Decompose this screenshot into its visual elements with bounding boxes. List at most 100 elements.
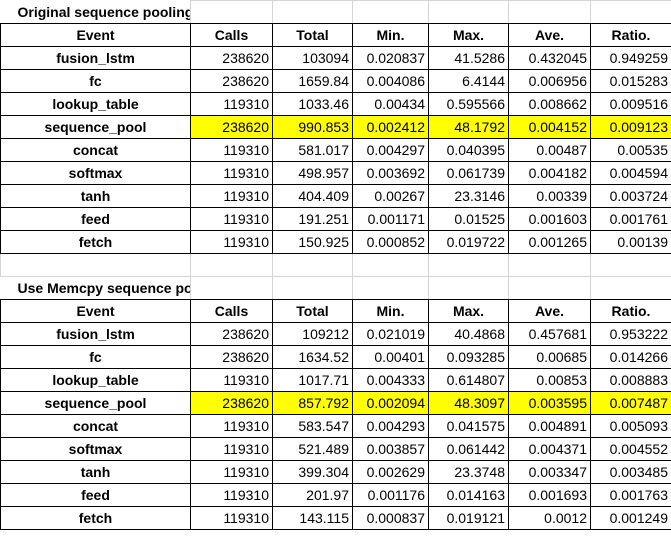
table-title[interactable]: Use Memcpy sequence pooling <box>0 276 191 300</box>
empty-cell[interactable] <box>272 253 353 277</box>
empty-cell[interactable] <box>508 0 591 24</box>
cell-event[interactable]: fetch <box>0 230 191 254</box>
cell-calls[interactable]: 119310 <box>190 460 273 484</box>
cell-event[interactable]: tanh <box>0 184 191 208</box>
cell-ave[interactable]: 0.003595 <box>508 391 591 415</box>
cell-ratio[interactable]: 0.014266 <box>590 345 671 369</box>
cell-min[interactable]: 0.004293 <box>352 414 429 438</box>
cell-min[interactable]: 0.004086 <box>352 69 429 93</box>
cell-max[interactable]: 40.4868 <box>428 322 509 346</box>
cell-calls[interactable]: 238620 <box>190 322 273 346</box>
cell-max[interactable]: 0.614807 <box>428 368 509 392</box>
cell-ratio[interactable]: 0.007487 <box>590 391 671 415</box>
empty-cell[interactable] <box>428 276 509 300</box>
cell-total[interactable]: 399.304 <box>272 460 353 484</box>
cell-max[interactable]: 48.3097 <box>428 391 509 415</box>
cell-min[interactable]: 0.00434 <box>352 92 429 116</box>
cell-ave[interactable]: 0.00487 <box>508 138 591 162</box>
empty-cell[interactable] <box>590 253 671 277</box>
cell-min[interactable]: 0.000837 <box>352 506 429 530</box>
cell-event[interactable]: fetch <box>0 506 191 530</box>
column-header-calls[interactable]: Calls <box>190 23 273 47</box>
column-header-ave[interactable]: Ave. <box>508 23 591 47</box>
cell-event[interactable]: concat <box>0 414 191 438</box>
empty-cell[interactable] <box>190 276 273 300</box>
cell-calls[interactable]: 119310 <box>190 483 273 507</box>
cell-ratio[interactable]: 0.003724 <box>590 184 671 208</box>
empty-cell[interactable] <box>190 0 273 24</box>
cell-max[interactable]: 48.1792 <box>428 115 509 139</box>
column-header-max[interactable]: Max. <box>428 23 509 47</box>
cell-event[interactable]: lookup_table <box>0 368 191 392</box>
column-header-min[interactable]: Min. <box>352 23 429 47</box>
cell-total[interactable]: 857.792 <box>272 391 353 415</box>
cell-max[interactable]: 0.093285 <box>428 345 509 369</box>
cell-min[interactable]: 0.00267 <box>352 184 429 208</box>
cell-ratio[interactable]: 0.009516 <box>590 92 671 116</box>
empty-cell[interactable] <box>508 253 591 277</box>
cell-max[interactable]: 0.019722 <box>428 230 509 254</box>
cell-total[interactable]: 521.489 <box>272 437 353 461</box>
empty-cell[interactable] <box>590 0 671 24</box>
empty-cell[interactable] <box>508 276 591 300</box>
cell-ave[interactable]: 0.0012 <box>508 506 591 530</box>
cell-ave[interactable]: 0.004152 <box>508 115 591 139</box>
cell-calls[interactable]: 119310 <box>190 161 273 185</box>
cell-min[interactable]: 0.003857 <box>352 437 429 461</box>
cell-ratio[interactable]: 0.004594 <box>590 161 671 185</box>
empty-cell[interactable] <box>272 276 353 300</box>
cell-total[interactable]: 1017.71 <box>272 368 353 392</box>
cell-ratio[interactable]: 0.949259 <box>590 46 671 70</box>
cell-event[interactable]: fc <box>0 69 191 93</box>
cell-calls[interactable]: 119310 <box>190 207 273 231</box>
cell-event[interactable]: sequence_pool <box>0 115 191 139</box>
cell-total[interactable]: 150.925 <box>272 230 353 254</box>
cell-total[interactable]: 191.251 <box>272 207 353 231</box>
cell-event[interactable]: feed <box>0 483 191 507</box>
cell-total[interactable]: 498.957 <box>272 161 353 185</box>
cell-ave[interactable]: 0.432045 <box>508 46 591 70</box>
cell-ave[interactable]: 0.00339 <box>508 184 591 208</box>
cell-calls[interactable]: 119310 <box>190 506 273 530</box>
cell-calls[interactable]: 238620 <box>190 115 273 139</box>
cell-total[interactable]: 201.97 <box>272 483 353 507</box>
cell-event[interactable]: concat <box>0 138 191 162</box>
cell-total[interactable]: 583.547 <box>272 414 353 438</box>
cell-max[interactable]: 41.5286 <box>428 46 509 70</box>
column-header-min[interactable]: Min. <box>352 299 429 323</box>
cell-total[interactable]: 581.017 <box>272 138 353 162</box>
cell-ratio[interactable]: 0.001761 <box>590 207 671 231</box>
cell-total[interactable]: 1659.84 <box>272 69 353 93</box>
cell-calls[interactable]: 119310 <box>190 184 273 208</box>
column-header-max[interactable]: Max. <box>428 299 509 323</box>
cell-max[interactable]: 0.014163 <box>428 483 509 507</box>
cell-ratio[interactable]: 0.005093 <box>590 414 671 438</box>
cell-ratio[interactable]: 0.015283 <box>590 69 671 93</box>
empty-cell[interactable] <box>352 253 429 277</box>
column-header-ratio[interactable]: Ratio. <box>590 299 671 323</box>
cell-min[interactable]: 0.002094 <box>352 391 429 415</box>
cell-max[interactable]: 0.595566 <box>428 92 509 116</box>
empty-cell[interactable] <box>428 0 509 24</box>
cell-ave[interactable]: 0.006956 <box>508 69 591 93</box>
column-header-event[interactable]: Event <box>0 23 191 47</box>
empty-cell[interactable] <box>190 253 273 277</box>
cell-ratio[interactable]: 0.003485 <box>590 460 671 484</box>
cell-event[interactable]: softmax <box>0 161 191 185</box>
cell-ave[interactable]: 0.004371 <box>508 437 591 461</box>
cell-max[interactable]: 0.040395 <box>428 138 509 162</box>
cell-event[interactable]: fc <box>0 345 191 369</box>
cell-ave[interactable]: 0.457681 <box>508 322 591 346</box>
cell-total[interactable]: 1634.52 <box>272 345 353 369</box>
cell-min[interactable]: 0.002629 <box>352 460 429 484</box>
cell-min[interactable]: 0.001171 <box>352 207 429 231</box>
cell-total[interactable]: 990.853 <box>272 115 353 139</box>
empty-cell[interactable] <box>590 276 671 300</box>
cell-ratio[interactable]: 0.001249 <box>590 506 671 530</box>
cell-ratio[interactable]: 0.00139 <box>590 230 671 254</box>
cell-total[interactable]: 103094 <box>272 46 353 70</box>
cell-ave[interactable]: 0.001265 <box>508 230 591 254</box>
cell-calls[interactable]: 119310 <box>190 414 273 438</box>
cell-max[interactable]: 0.061442 <box>428 437 509 461</box>
cell-event[interactable]: fusion_lstm <box>0 322 191 346</box>
